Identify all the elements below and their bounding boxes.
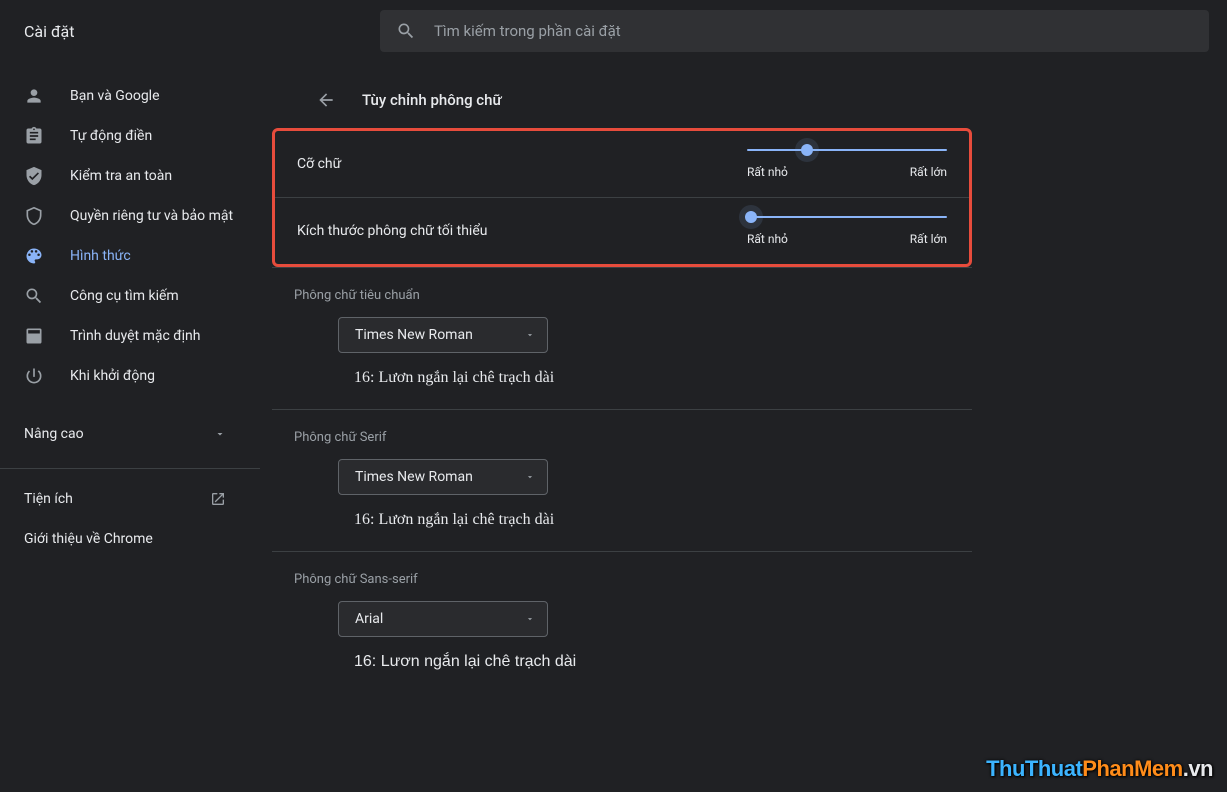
slider-min-label: Rất nhỏ — [747, 232, 788, 246]
open-in-new-icon — [210, 491, 226, 507]
min-font-size-row: Kích thước phông chữ tối thiểu Rất nhỏ R… — [275, 198, 969, 264]
shield-check-icon — [24, 166, 44, 186]
standard-font-section: Phông chữ tiêu chuẩn Times New Roman 16:… — [272, 267, 972, 409]
slider-max-label: Rất lớn — [910, 232, 947, 246]
slider-min-label: Rất nhỏ — [747, 165, 788, 179]
settings-header: Cài đặt Tìm kiếm trong phần cài đặt — [0, 0, 1227, 62]
person-icon — [24, 86, 44, 106]
sidebar-item-label: Tự động điền — [70, 128, 152, 144]
dropdown-value: Times New Roman — [355, 327, 473, 343]
font-size-slider[interactable]: Rất nhỏ Rất lớn — [747, 149, 947, 179]
main-content: Tùy chỉnh phông chữ Cỡ chữ Rất nhỏ Rất l… — [260, 62, 1227, 792]
serif-font-section: Phông chữ Serif Times New Roman 16: Lươn… — [272, 409, 972, 551]
font-size-sliders-highlight: Cỡ chữ Rất nhỏ Rất lớn Kích thước phông … — [272, 128, 972, 267]
sidebar-item-privacy[interactable]: Quyền riêng tư và bảo mật — [0, 196, 250, 236]
chevron-down-icon — [525, 472, 535, 482]
extensions-label: Tiện ích — [24, 491, 73, 507]
sidebar: Bạn và Google Tự động điền Kiểm tra an t… — [0, 62, 260, 792]
sidebar-item-label: Bạn và Google — [70, 88, 160, 104]
search-input[interactable]: Tìm kiếm trong phần cài đặt — [380, 10, 1209, 52]
sidebar-item-label: Khi khởi động — [70, 368, 155, 384]
serif-font-dropdown[interactable]: Times New Roman — [338, 459, 548, 495]
sidebar-item-default-browser[interactable]: Trình duyệt mặc định — [0, 316, 250, 356]
chevron-down-icon — [214, 428, 226, 440]
sidebar-item-label: Trình duyệt mặc định — [70, 328, 201, 344]
sidebar-advanced-toggle[interactable]: Nâng cao — [0, 410, 250, 458]
sans-font-dropdown[interactable]: Arial — [338, 601, 548, 637]
search-placeholder: Tìm kiếm trong phần cài đặt — [434, 22, 621, 40]
search-icon — [24, 286, 44, 306]
dropdown-value: Arial — [355, 611, 383, 627]
serif-font-sample: 16: Lươn ngắn lại chê trạch dài — [354, 511, 950, 529]
sidebar-item-label: Hình thức — [70, 248, 131, 264]
sidebar-item-safety-check[interactable]: Kiểm tra an toàn — [0, 156, 250, 196]
shield-icon — [24, 206, 44, 226]
dropdown-value: Times New Roman — [355, 469, 473, 485]
sidebar-item-appearance[interactable]: Hình thức — [0, 236, 250, 276]
sidebar-item-label: Kiểm tra an toàn — [70, 168, 172, 184]
about-label: Giới thiệu về Chrome — [24, 531, 153, 547]
min-font-size-label: Kích thước phông chữ tối thiểu — [297, 223, 747, 239]
font-size-label: Cỡ chữ — [297, 156, 747, 172]
page-title: Cài đặt — [24, 22, 380, 41]
sans-font-section: Phông chữ Sans-serif Arial 16: Lươn ngắn… — [272, 551, 972, 693]
sidebar-item-on-startup[interactable]: Khi khởi động — [0, 356, 250, 396]
sans-font-label: Phông chữ Sans-serif — [294, 572, 950, 587]
palette-icon — [24, 246, 44, 266]
back-button[interactable] — [308, 82, 344, 118]
serif-font-label: Phông chữ Serif — [294, 430, 950, 445]
sidebar-item-label: Công cụ tìm kiếm — [70, 288, 179, 304]
advanced-label: Nâng cao — [24, 426, 84, 442]
font-size-row: Cỡ chữ Rất nhỏ Rất lớn — [275, 131, 969, 198]
search-icon — [396, 21, 416, 41]
sidebar-extensions[interactable]: Tiện ích — [0, 479, 250, 519]
sidebar-item-you-and-google[interactable]: Bạn và Google — [0, 76, 250, 116]
standard-font-sample: 16: Lươn ngắn lại chê trạch dài — [354, 369, 950, 387]
sidebar-about[interactable]: Giới thiệu về Chrome — [0, 519, 250, 559]
clipboard-icon — [24, 126, 44, 146]
sidebar-item-label: Quyền riêng tư và bảo mật — [70, 208, 233, 224]
section-title: Tùy chỉnh phông chữ — [362, 91, 502, 109]
min-font-size-slider[interactable]: Rất nhỏ Rất lớn — [747, 216, 947, 246]
slider-max-label: Rất lớn — [910, 165, 947, 179]
standard-font-dropdown[interactable]: Times New Roman — [338, 317, 548, 353]
section-header: Tùy chỉnh phông chữ — [272, 72, 972, 128]
sidebar-item-autofill[interactable]: Tự động điền — [0, 116, 250, 156]
sidebar-item-search-engine[interactable]: Công cụ tìm kiếm — [0, 276, 250, 316]
browser-icon — [24, 326, 44, 346]
sans-font-sample: 16: Lươn ngắn lại chê trạch dài — [354, 653, 950, 671]
arrow-left-icon — [316, 90, 336, 110]
standard-font-label: Phông chữ tiêu chuẩn — [294, 288, 950, 303]
sidebar-divider — [0, 468, 260, 469]
chevron-down-icon — [525, 614, 535, 624]
power-icon — [24, 366, 44, 386]
watermark: ThuThuatPhanMem.vn — [986, 756, 1213, 782]
chevron-down-icon — [525, 330, 535, 340]
